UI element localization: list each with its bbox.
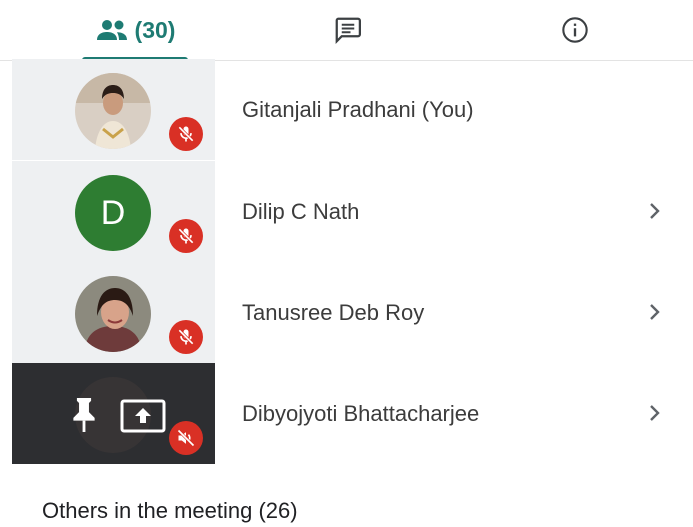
participant-name: Dilip C Nath (242, 198, 360, 224)
tab-people[interactable]: (30) (70, 0, 200, 61)
present-screen-icon (120, 399, 166, 433)
participant-row[interactable]: D Dilip C Nath (12, 161, 693, 262)
tab-info[interactable] (545, 0, 605, 60)
avatar (75, 276, 151, 352)
tab-chat[interactable] (318, 0, 378, 60)
participant-name: Gitanjali Pradhani (You) (242, 96, 474, 122)
participant-name: Tanusree Deb Roy (242, 299, 425, 325)
avatar-letter: D (75, 175, 151, 251)
participant-tile (12, 59, 215, 160)
participant-row[interactable]: Gitanjali Pradhani (You) (12, 59, 693, 160)
chevron-right-icon[interactable] (642, 300, 666, 324)
participant-tile: D (12, 161, 215, 262)
participant-row[interactable]: Dibyojyoti Bhattacharjee (12, 363, 693, 464)
participant-row[interactable]: Tanusree Deb Roy (12, 262, 693, 363)
mic-off-icon (169, 219, 203, 253)
avatar (75, 73, 151, 149)
participant-tile (12, 363, 215, 464)
chevron-right-icon[interactable] (642, 401, 666, 425)
pin-icon[interactable] (67, 395, 101, 435)
participant-name: Dibyojyoti Bhattacharjee (242, 400, 480, 426)
chevron-right-icon[interactable] (642, 199, 666, 223)
people-icon (96, 20, 127, 40)
tab-bar: (30) (0, 0, 693, 61)
info-icon (562, 17, 588, 43)
others-section-heading: Others in the meeting (26) (42, 498, 298, 523)
mic-off-icon (169, 320, 203, 354)
chat-icon (335, 17, 361, 44)
mic-off-icon (169, 117, 203, 151)
participant-tile (12, 262, 215, 363)
volume-off-icon (169, 421, 203, 455)
people-count: (30) (134, 16, 176, 43)
